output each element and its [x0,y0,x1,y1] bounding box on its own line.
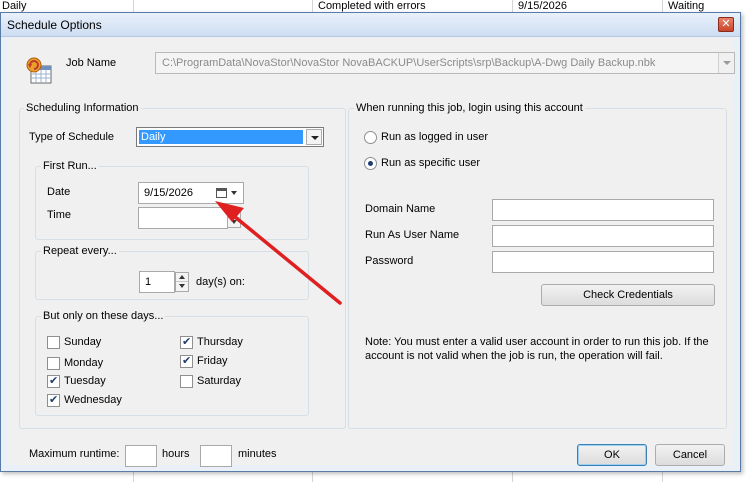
max-runtime-label: Maximum runtime: [29,448,120,460]
day-label[interactable]: Saturday [197,375,241,387]
day-label[interactable]: Thursday [197,336,243,348]
day-label[interactable]: Friday [197,355,228,367]
type-of-schedule-value: Daily [139,130,303,144]
time-label: Time [47,209,72,221]
day-label[interactable]: Monday [64,357,103,369]
day-checkbox-tuesday[interactable] [47,374,60,388]
day-label[interactable]: Tuesday [64,375,106,387]
time-stepper[interactable] [227,208,241,228]
dialog-title: Schedule Options [7,18,102,32]
day-checkbox-thursday[interactable] [180,335,193,349]
time-field[interactable] [138,207,228,229]
day-label[interactable]: Sunday [64,336,101,348]
date-value: 9/15/2026 [144,187,193,199]
close-button[interactable]: ✕ [718,17,734,32]
day-checkbox-friday[interactable] [180,354,193,368]
spin-up-icon[interactable] [228,209,240,218]
password-label: Password [365,255,414,267]
repeat-every-title: Repeat every... [41,245,119,257]
job-name-value: C:\ProgramData\NovaStor\NovaStor NovaBAC… [162,57,656,69]
bg-cell: Completed with errors [318,0,426,12]
spin-up-icon[interactable] [176,273,188,282]
cancel-button[interactable]: Cancel [655,444,725,466]
bg-cell: Daily [2,0,27,12]
spin-down-icon[interactable] [228,218,240,227]
hours-label: hours [162,448,190,460]
domain-name-field[interactable] [492,199,714,221]
day-checkbox-monday[interactable] [47,357,60,370]
minutes-label: minutes [238,448,277,460]
login-note: Note: You must enter a valid user accoun… [365,336,709,362]
day-label[interactable]: Wednesday [64,394,122,406]
radio-specific-user[interactable] [364,157,377,170]
user-name-label: Run As User Name [365,229,460,241]
first-run-title: First Run... [41,160,99,172]
day-checkbox-wednesday[interactable] [47,393,60,407]
schedule-calendar-icon [26,57,52,84]
radio-specific-label[interactable]: Run as specific user [381,157,480,169]
date-label: Date [47,186,71,198]
day-checkbox-sunday[interactable] [47,336,60,349]
job-name-label: Job Name [66,57,117,69]
domain-name-label: Domain Name [365,203,436,215]
scheduling-information-title: Scheduling Information [24,102,141,114]
minutes-field[interactable] [200,445,232,467]
close-icon: ✕ [721,18,731,30]
repeat-stepper[interactable] [175,272,189,292]
schedule-options-dialog: Schedule Options ✕ Job Name C:\ProgramDa… [0,12,741,472]
calendar-icon[interactable] [216,188,227,198]
type-of-schedule-label: Type of Schedule [29,131,115,143]
chevron-down-icon[interactable] [231,191,237,195]
user-name-field[interactable] [492,225,714,247]
login-account-title: When running this job, login using this … [354,102,585,114]
day-checkbox-saturday[interactable] [180,375,193,388]
days-group-title: But only on these days... [41,310,166,322]
hours-field[interactable] [125,445,157,467]
ok-button[interactable]: OK [577,444,647,466]
chevron-down-icon[interactable] [306,129,322,145]
job-name-field[interactable]: C:\ProgramData\NovaStor\NovaStor NovaBAC… [155,52,735,74]
title-bar[interactable]: Schedule Options ✕ [1,13,740,37]
date-field[interactable]: 9/15/2026 [138,182,244,204]
chevron-down-icon[interactable] [718,53,734,73]
check-credentials-button[interactable]: Check Credentials [541,284,715,306]
radio-logged-in-user[interactable] [364,131,377,144]
repeat-unit-label: day(s) on: [196,276,245,288]
type-of-schedule-select[interactable]: Daily [136,127,324,147]
spin-down-icon[interactable] [176,282,188,291]
repeat-value-field[interactable]: 1 [139,271,175,293]
radio-logged-in-label[interactable]: Run as logged in user [381,131,488,143]
bg-cell: Waiting [668,0,705,12]
dialog-body: Job Name C:\ProgramData\NovaStor\NovaSto… [7,38,735,467]
repeat-value: 1 [145,276,152,288]
password-field[interactable] [492,251,714,273]
bg-cell: 9/15/2026 [518,0,567,12]
